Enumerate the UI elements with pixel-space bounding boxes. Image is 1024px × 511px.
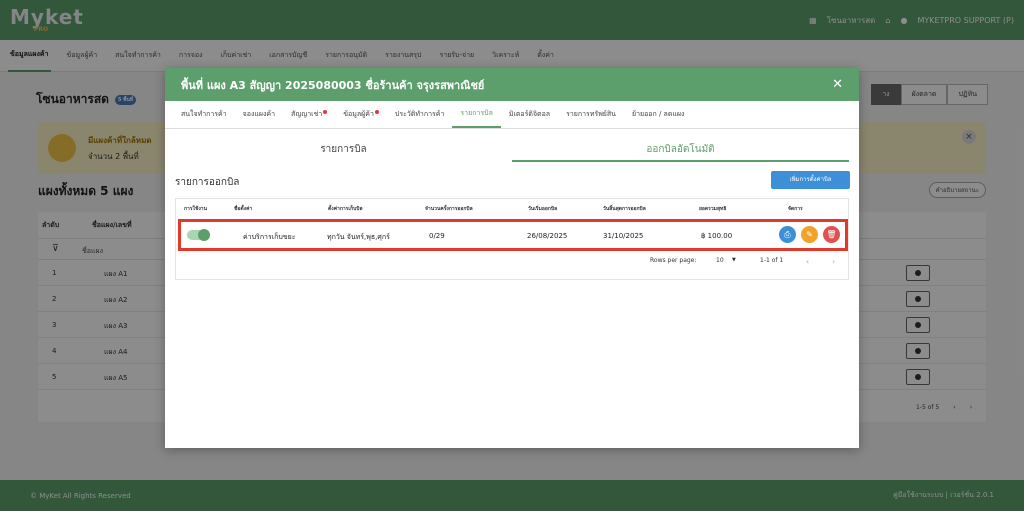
- tab-label: จองแผงค้า: [242, 110, 276, 118]
- tab-label: ประวัติทำการค้า: [394, 110, 445, 118]
- column-header: การใช้งาน: [184, 206, 208, 212]
- close-icon[interactable]: ✕: [832, 77, 843, 92]
- column-header: ตั้งค่าการเก็บบิล: [328, 206, 363, 212]
- net-total: ฿ 100.00: [701, 232, 733, 240]
- tab-merchant[interactable]: ข้อมูลผู้ค้า: [335, 101, 387, 128]
- start-date: 26/08/2025: [527, 232, 568, 240]
- modal-title: พื้นที่ แผง A3 สัญญา 2025080003 ชื่อร้าน…: [181, 78, 485, 92]
- bill-subtabs: รายการบิล ออกบิลอัตโนมัติ: [175, 138, 849, 162]
- tab-assets[interactable]: รายการทรัพย์สิน: [558, 101, 624, 128]
- table-row[interactable]: ค่าบริการเก็บขยะ ทุกวัน จันทร์,พุธ,ศุกร์…: [178, 219, 848, 251]
- alert-dot: [374, 109, 379, 114]
- section-title: รายการออกบิล: [175, 177, 240, 188]
- column-header: วันเริ่มออกบิล: [528, 206, 558, 212]
- column-header: ชื่อตั้งค่า: [234, 206, 253, 212]
- delete-icon[interactable]: 🗑: [823, 226, 840, 243]
- tab-label: รายการทรัพย์สิน: [566, 110, 616, 118]
- tab-move-out[interactable]: ย้ายออก / ลดแผง: [624, 101, 692, 128]
- rows-per-page-select[interactable]: 10: [716, 257, 724, 264]
- stall-detail-modal: พื้นที่ แผง A3 สัญญา 2025080003 ชื่อร้าน…: [165, 68, 859, 448]
- modal-header: พื้นที่ แผง A3 สัญญา 2025080003 ชื่อร้าน…: [165, 68, 859, 101]
- tab-label: สัญญาเช่า: [291, 110, 323, 118]
- rows-per-page-label: Rows per page:: [650, 257, 697, 264]
- column-header: ยอดรวมสุทธิ: [699, 206, 727, 212]
- tab-label: ข้อมูลผู้ค้า: [343, 110, 374, 118]
- alert-dot: [323, 109, 328, 114]
- tab-interest[interactable]: สนใจทำการค้า: [173, 101, 235, 128]
- subtab-bill-list[interactable]: รายการบิล: [175, 138, 512, 162]
- tab-label: ย้ายออก / ลดแผง: [631, 110, 685, 118]
- enable-toggle[interactable]: [187, 229, 210, 241]
- column-header: จำนวนครั้งการออกบิล: [425, 206, 473, 212]
- end-date: 31/10/2025: [603, 232, 644, 240]
- tab-history[interactable]: ประวัติทำการค้า: [387, 101, 453, 128]
- tab-label: รายการบิล: [460, 109, 493, 117]
- bill-settings-table: การใช้งาน ชื่อตั้งค่า ตั้งค่าการเก็บบิล …: [175, 198, 849, 280]
- tab-bills[interactable]: รายการบิล: [452, 101, 501, 128]
- tab-booking[interactable]: จองแผงค้า: [235, 101, 283, 128]
- column-header: จัดการ: [788, 206, 803, 212]
- view-detail-icon[interactable]: ⎙: [779, 226, 796, 243]
- setting-schedule: ทุกวัน จันทร์,พุธ,ศุกร์: [327, 233, 390, 241]
- tab-meter[interactable]: มิเตอร์ดิจิตอล: [501, 101, 558, 128]
- tab-label: มิเตอร์ดิจิตอล: [508, 110, 551, 118]
- bill-count: 0/29: [429, 232, 445, 240]
- prev-page-icon[interactable]: ‹: [806, 257, 809, 266]
- tab-label: สนใจทำการค้า: [181, 110, 227, 118]
- add-bill-setting-button[interactable]: เพิ่มการตั้งค่าบิล: [771, 171, 850, 189]
- chevron-down-icon[interactable]: ▼: [732, 257, 736, 263]
- next-page-icon[interactable]: ›: [832, 257, 835, 266]
- setting-name: ค่าบริการเก็บขยะ: [243, 233, 296, 241]
- subtab-auto-bill[interactable]: ออกบิลอัตโนมัติ: [512, 138, 849, 162]
- column-header: วันสิ้นสุดการออกบิล: [603, 206, 646, 212]
- modal-tabs: สนใจทำการค้า จองแผงค้า สัญญาเช่า ข้อมูลผ…: [165, 101, 859, 129]
- tab-contract[interactable]: สัญญาเช่า: [283, 101, 335, 128]
- edit-icon[interactable]: ✎: [801, 226, 818, 243]
- pager-range: 1-1 of 1: [760, 257, 784, 264]
